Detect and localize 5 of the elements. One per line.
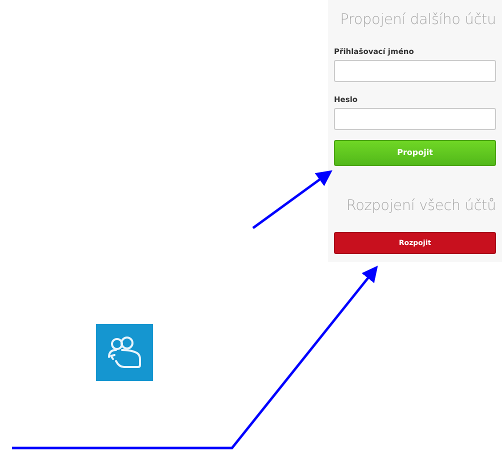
section-title: Propojení dalšího účtu [339,11,496,30]
users-icon[interactable] [96,324,153,381]
input-field[interactable] [334,60,496,82]
section-title: Rozpojení všech účtů [345,196,496,216]
input-field[interactable] [334,108,496,130]
